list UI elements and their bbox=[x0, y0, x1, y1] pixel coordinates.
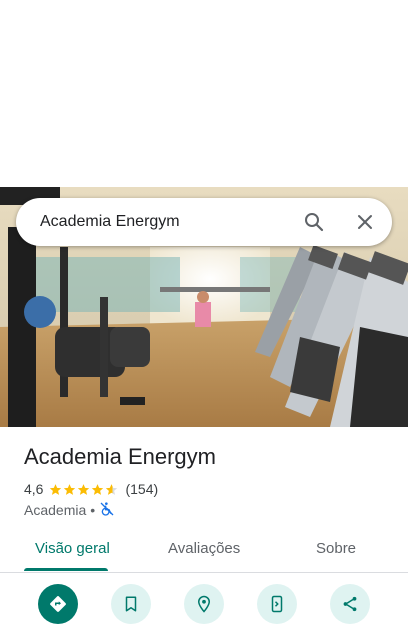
place-category: Academia bbox=[24, 502, 87, 518]
separator-dot: • bbox=[90, 502, 96, 518]
search-query[interactable]: Academia Energym bbox=[40, 213, 180, 231]
place-tabs: Visão geral Avaliações Sobre bbox=[0, 528, 408, 573]
nearby-icon bbox=[197, 595, 211, 613]
review-count[interactable]: (154) bbox=[125, 481, 158, 497]
bookmark-icon bbox=[125, 596, 137, 612]
tab-overview[interactable]: Visão geral bbox=[35, 540, 110, 557]
send-to-phone-button[interactable] bbox=[257, 584, 297, 624]
place-title: Academia Energym bbox=[24, 444, 216, 469]
tab-reviews[interactable]: Avaliações bbox=[168, 540, 240, 557]
nearby-button[interactable] bbox=[184, 584, 224, 624]
directions-button[interactable] bbox=[38, 584, 78, 624]
send-to-phone-icon bbox=[271, 595, 283, 613]
tab-about[interactable]: Sobre bbox=[316, 540, 356, 557]
map-blank-area bbox=[0, 0, 408, 187]
half-star-icon bbox=[106, 483, 118, 495]
active-tab-indicator bbox=[24, 568, 108, 571]
close-icon[interactable] bbox=[353, 210, 377, 234]
rating-value: 4,6 bbox=[24, 481, 44, 497]
save-button[interactable] bbox=[111, 584, 151, 624]
star-icon bbox=[92, 483, 104, 495]
directions-icon bbox=[50, 596, 66, 612]
category-row: Academia • bbox=[24, 501, 115, 519]
share-icon bbox=[343, 596, 357, 612]
star-icon bbox=[50, 483, 62, 495]
search-icon[interactable] bbox=[302, 210, 326, 234]
action-bar bbox=[0, 584, 408, 624]
star-icon bbox=[78, 483, 90, 495]
star-icon bbox=[64, 483, 76, 495]
share-button[interactable] bbox=[330, 584, 370, 624]
no-wheelchair-icon bbox=[99, 501, 115, 520]
search-bar[interactable]: Academia Energym bbox=[16, 198, 392, 246]
rating-row[interactable]: 4,6 (154) bbox=[24, 480, 158, 498]
rating-stars bbox=[49, 483, 119, 496]
